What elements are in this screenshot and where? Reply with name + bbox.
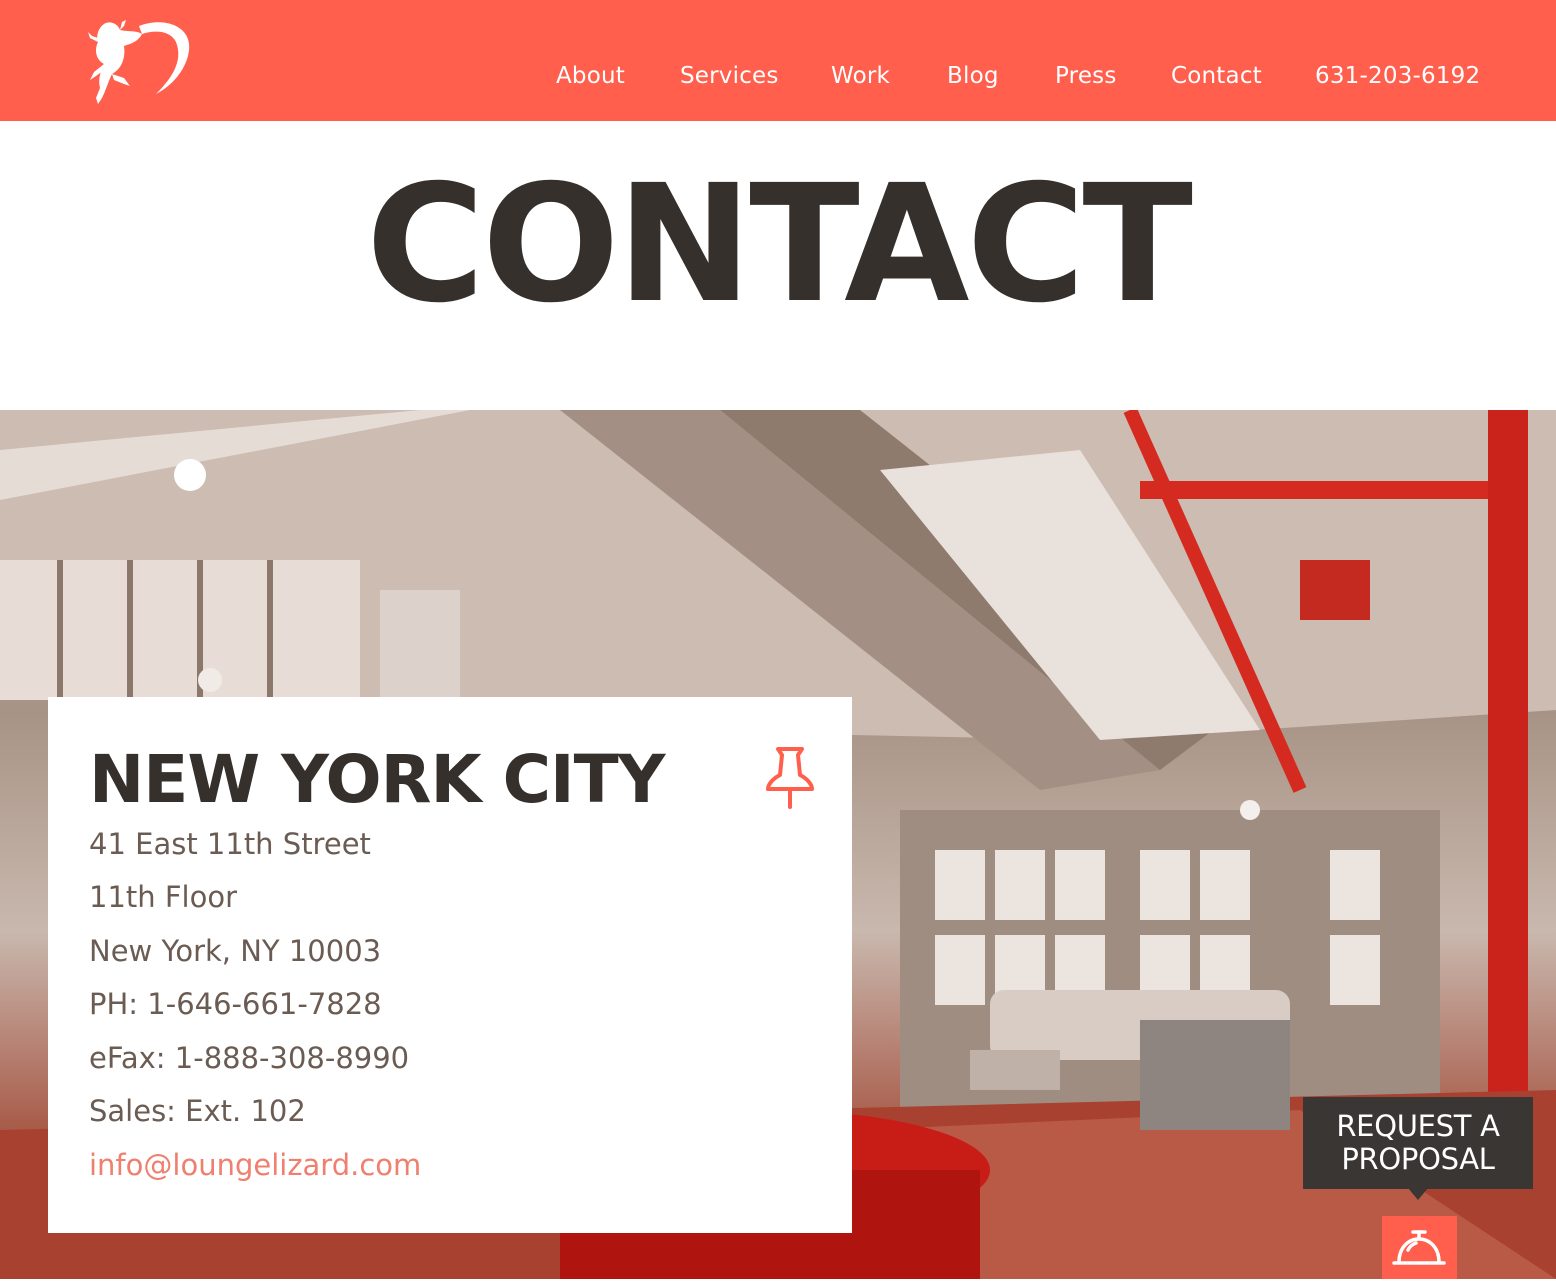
nav-work[interactable]: Work [831,60,890,92]
address-city: New York, NY 10003 [89,934,382,968]
main-nav: About Services Work Blog Press Contact 6… [0,0,1556,121]
email-link[interactable]: info@loungelizard.com [89,1148,421,1182]
location-card: NEW YORK CITY 41 East 11th Street 11th F… [48,697,852,1233]
nav-blog[interactable]: Blog [947,60,999,92]
proposal-bell-button[interactable] [1382,1216,1457,1279]
proposal-tooltip-arrow [1408,1188,1428,1200]
location-city: NEW YORK CITY [89,741,665,818]
nav-about[interactable]: About [556,60,625,92]
pushpin-icon[interactable] [762,745,818,809]
nav-services[interactable]: Services [680,60,779,92]
service-bell-icon [1392,1230,1446,1265]
page-title: CONTACT [366,151,1193,339]
request-proposal-button[interactable]: REQUEST A PROPOSAL [1303,1097,1533,1189]
site-header: About Services Work Blog Press Contact 6… [0,0,1556,121]
nav-press[interactable]: Press [1055,60,1117,92]
nav-contact[interactable]: Contact [1171,60,1262,92]
proposal-line-1: REQUEST A [1336,1109,1500,1143]
address-floor: 11th Floor [89,880,238,914]
proposal-line-2: PROPOSAL [1341,1142,1495,1176]
sales-extension: Sales: Ext. 102 [89,1094,306,1128]
phone-number: PH: 1-646-661-7828 [89,987,382,1021]
email-line: info@loungelizard.com [89,1146,421,1184]
efax-number: eFax: 1-888-308-8990 [89,1041,410,1075]
address-street: 41 East 11th Street [89,827,371,861]
nav-phone[interactable]: 631-203-6192 [1315,60,1480,92]
